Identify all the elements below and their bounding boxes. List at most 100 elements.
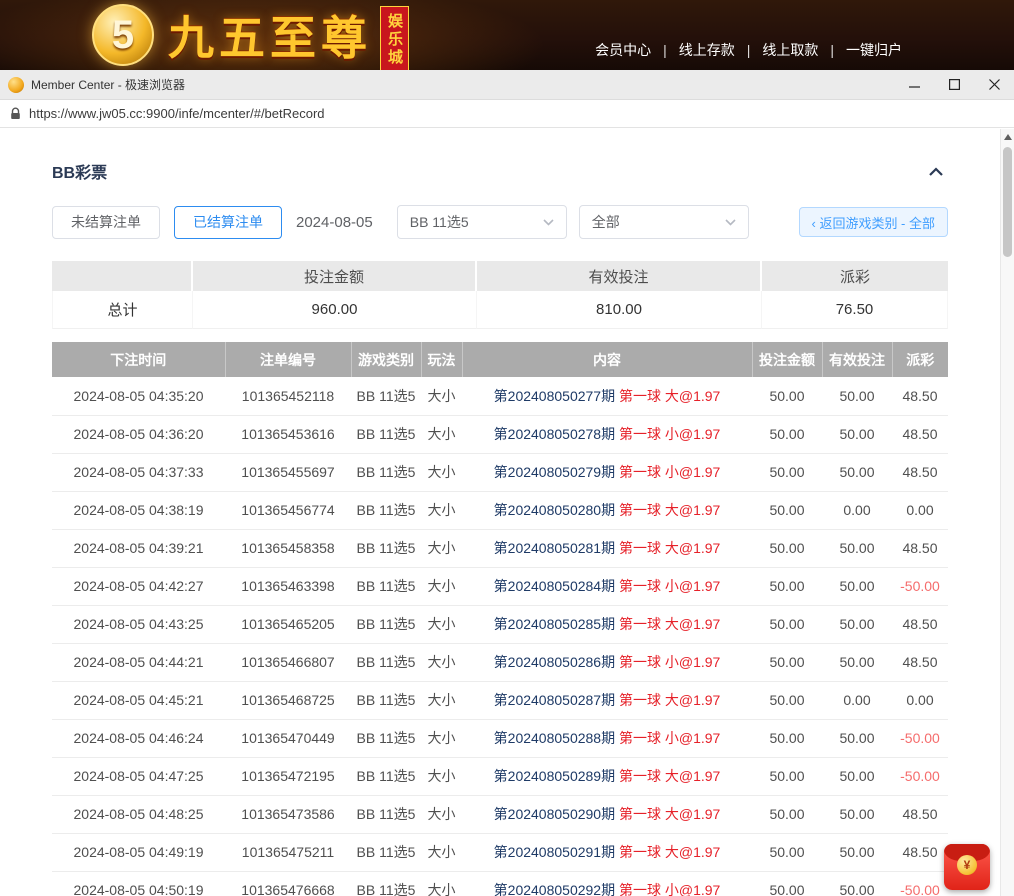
banner-nav-link[interactable]: 线上存款 bbox=[679, 40, 735, 60]
table-row[interactable]: 2024-08-05 04:35:20 101365452118 BB 11选5… bbox=[52, 377, 948, 415]
logo-5-emblem-icon: 5 bbox=[92, 4, 154, 66]
banner-nav: 会员中心|线上存款|线上取款|一键归户 bbox=[595, 40, 1014, 70]
page-title: BB彩票 bbox=[52, 159, 107, 183]
cell-bet-amount: 50.00 bbox=[752, 795, 822, 833]
cell-content: 第202408050280期 第一球 大@1.97 bbox=[462, 491, 752, 529]
browser-titlebar: Member Center - 极速浏览器 bbox=[0, 70, 1014, 100]
cell-play-type: 大小 bbox=[421, 833, 462, 871]
cell-bet-time: 2024-08-05 04:38:19 bbox=[52, 491, 225, 529]
period-text: 第202408050277期 bbox=[494, 388, 615, 404]
back-to-game-category-button[interactable]: ‹ 返回游戏类别 - 全部 bbox=[799, 207, 949, 237]
cell-bet-time: 2024-08-05 04:42:27 bbox=[52, 567, 225, 605]
cell-bet-amount: 50.00 bbox=[752, 415, 822, 453]
period-text: 第202408050284期 bbox=[494, 578, 615, 594]
cell-bet-id: 101365466807 bbox=[225, 643, 351, 681]
bet-detail-text: 第一球 大@1.97 bbox=[615, 692, 720, 708]
table-row[interactable]: 2024-08-05 04:42:27 101365463398 BB 11选5… bbox=[52, 567, 948, 605]
cell-valid-bet: 50.00 bbox=[822, 871, 892, 896]
cell-play-type: 大小 bbox=[421, 795, 462, 833]
table-row[interactable]: 2024-08-05 04:50:19 101365476668 BB 11选5… bbox=[52, 871, 948, 896]
cell-play-type: 大小 bbox=[421, 415, 462, 453]
scroll-up-arrow-icon[interactable] bbox=[1004, 134, 1012, 140]
table-row[interactable]: 2024-08-05 04:36:20 101365453616 BB 11选5… bbox=[52, 415, 948, 453]
summary-table: 投注金额有效投注派彩 总计 960.00810.0076.50 bbox=[52, 261, 948, 329]
cell-payout: 48.50 bbox=[892, 453, 948, 491]
settled-bets-button[interactable]: 已结算注单 bbox=[174, 206, 282, 239]
cell-content: 第202408050287期 第一球 大@1.97 bbox=[462, 681, 752, 719]
url-text[interactable]: https://www.jw05.cc:9900/infe/mcenter/#/… bbox=[29, 106, 325, 121]
cell-bet-id: 101365470449 bbox=[225, 719, 351, 757]
cell-bet-amount: 50.00 bbox=[752, 643, 822, 681]
table-row[interactable]: 2024-08-05 04:43:25 101365465205 BB 11选5… bbox=[52, 605, 948, 643]
site-logo[interactable]: 5 九五至尊 娱乐城 bbox=[92, 0, 409, 70]
bet-detail-text: 第一球 小@1.97 bbox=[615, 654, 720, 670]
banner-nav-link[interactable]: 会员中心 bbox=[595, 40, 651, 60]
summary-value: 960.00 bbox=[193, 291, 477, 329]
unsettled-bets-button[interactable]: 未结算注单 bbox=[52, 206, 160, 239]
table-row[interactable]: 2024-08-05 04:47:25 101365472195 BB 11选5… bbox=[52, 757, 948, 795]
cell-game-category: BB 11选5 bbox=[351, 453, 421, 491]
red-envelope-button[interactable]: ¥ bbox=[944, 844, 990, 890]
cell-content: 第202408050286期 第一球 小@1.97 bbox=[462, 643, 752, 681]
cell-payout: 48.50 bbox=[892, 605, 948, 643]
period-text: 第202408050287期 bbox=[494, 692, 615, 708]
bet-detail-text: 第一球 大@1.97 bbox=[615, 388, 720, 404]
table-row[interactable]: 2024-08-05 04:48:25 101365473586 BB 11选5… bbox=[52, 795, 948, 833]
period-text: 第202408050281期 bbox=[494, 540, 615, 556]
filter-row: 未结算注单 已结算注单 2024-08-05 BB 11选5 全部 ‹ 返回游戏… bbox=[52, 205, 948, 239]
cell-payout: 0.00 bbox=[892, 491, 948, 529]
cell-valid-bet: 50.00 bbox=[822, 757, 892, 795]
summary-col-header: 投注金额 bbox=[193, 261, 477, 291]
cell-valid-bet: 50.00 bbox=[822, 377, 892, 415]
table-row[interactable]: 2024-08-05 04:39:21 101365458358 BB 11选5… bbox=[52, 529, 948, 567]
bet-detail-text: 第一球 小@1.97 bbox=[615, 882, 720, 896]
cell-valid-bet: 50.00 bbox=[822, 643, 892, 681]
table-row[interactable]: 2024-08-05 04:37:33 101365455697 BB 11选5… bbox=[52, 453, 948, 491]
maximize-button[interactable] bbox=[934, 70, 974, 99]
close-button[interactable] bbox=[974, 70, 1014, 99]
banner-nav-link[interactable]: 一键归户 bbox=[846, 40, 902, 60]
game-select[interactable]: BB 11选5 bbox=[397, 205, 567, 239]
bet-detail-text: 第一球 小@1.97 bbox=[615, 464, 720, 480]
lock-icon bbox=[10, 107, 21, 120]
bet-table-header-row: 下注时间注单编号游戏类别玩法内容投注金额有效投注派彩 bbox=[52, 342, 948, 377]
column-header: 派彩 bbox=[892, 342, 948, 377]
cell-game-category: BB 11选5 bbox=[351, 529, 421, 567]
cell-valid-bet: 0.00 bbox=[822, 491, 892, 529]
category-select[interactable]: 全部 bbox=[579, 205, 749, 239]
cell-bet-id: 101365458358 bbox=[225, 529, 351, 567]
scrollbar-thumb[interactable] bbox=[1003, 147, 1012, 257]
cell-bet-time: 2024-08-05 04:35:20 bbox=[52, 377, 225, 415]
scrollbar[interactable] bbox=[1000, 129, 1014, 896]
cell-content: 第202408050292期 第一球 小@1.97 bbox=[462, 871, 752, 896]
column-header: 注单编号 bbox=[225, 342, 351, 377]
cell-payout: -50.00 bbox=[892, 567, 948, 605]
cell-payout: 48.50 bbox=[892, 833, 948, 871]
bet-detail-text: 第一球 小@1.97 bbox=[615, 578, 720, 594]
date-picker[interactable]: 2024-08-05 bbox=[296, 214, 373, 231]
table-row[interactable]: 2024-08-05 04:45:21 101365468725 BB 11选5… bbox=[52, 681, 948, 719]
period-text: 第202408050285期 bbox=[494, 616, 615, 632]
table-row[interactable]: 2024-08-05 04:49:19 101365475211 BB 11选5… bbox=[52, 833, 948, 871]
cell-bet-id: 101365475211 bbox=[225, 833, 351, 871]
cell-bet-id: 101365463398 bbox=[225, 567, 351, 605]
table-row[interactable]: 2024-08-05 04:46:24 101365470449 BB 11选5… bbox=[52, 719, 948, 757]
collapse-section-button[interactable] bbox=[924, 165, 948, 178]
cell-play-type: 大小 bbox=[421, 871, 462, 896]
cell-play-type: 大小 bbox=[421, 529, 462, 567]
table-row[interactable]: 2024-08-05 04:38:19 101365456774 BB 11选5… bbox=[52, 491, 948, 529]
bet-detail-text: 第一球 大@1.97 bbox=[615, 806, 720, 822]
minimize-button[interactable] bbox=[894, 70, 934, 99]
logo-badge: 娱乐城 bbox=[380, 6, 409, 70]
column-header: 游戏类别 bbox=[351, 342, 421, 377]
table-row[interactable]: 2024-08-05 04:44:21 101365466807 BB 11选5… bbox=[52, 643, 948, 681]
banner-nav-link[interactable]: 线上取款 bbox=[762, 40, 818, 60]
browser-addressbar[interactable]: https://www.jw05.cc:9900/infe/mcenter/#/… bbox=[0, 100, 1014, 128]
cell-game-category: BB 11选5 bbox=[351, 795, 421, 833]
period-text: 第202408050280期 bbox=[494, 502, 615, 518]
cell-valid-bet: 50.00 bbox=[822, 719, 892, 757]
cell-bet-time: 2024-08-05 04:45:21 bbox=[52, 681, 225, 719]
column-header: 投注金额 bbox=[752, 342, 822, 377]
cell-payout: 48.50 bbox=[892, 643, 948, 681]
cell-bet-time: 2024-08-05 04:36:20 bbox=[52, 415, 225, 453]
